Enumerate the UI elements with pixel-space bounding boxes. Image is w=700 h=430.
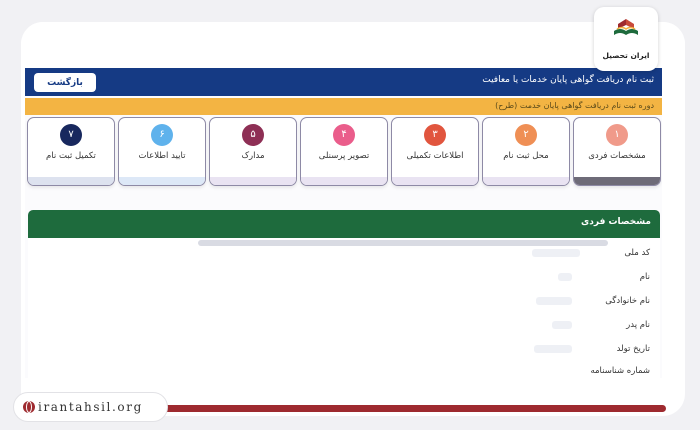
step-number: ۵: [242, 124, 264, 146]
step-number: ۱: [606, 124, 628, 146]
panel-header: مشخصات فردی: [28, 210, 660, 238]
field-label-last-name: نام خانوادگی: [605, 296, 650, 306]
step-label: تصویر پرسنلی: [318, 151, 370, 161]
step-label: مدارک: [241, 151, 265, 161]
logo-name: ایران تحصیل: [602, 51, 650, 60]
back-button[interactable]: بازگشت: [34, 73, 96, 92]
personal-info-panel: مشخصات فردی کد ملی نام نام خانوادگی نام …: [28, 210, 660, 378]
brand-logo: ایران تحصیل: [594, 7, 658, 71]
blurred-content: [198, 240, 608, 246]
step-number: ۲: [515, 124, 537, 146]
site-url: irantahsil.org: [38, 400, 143, 414]
brand-stripe: [146, 405, 666, 412]
step-indicator: [301, 177, 387, 185]
field-label-first-name: نام: [639, 272, 650, 282]
step-number: ۶: [151, 124, 173, 146]
page-title: ثبت نام دریافت گواهی پایان خدمات یا معاف…: [482, 75, 654, 85]
field-value-birth-date: [534, 345, 572, 353]
site-url-badge: irantahsil.org: [13, 392, 168, 422]
step-documents[interactable]: ۵ مدارک: [209, 117, 297, 186]
frame-top-area: [21, 22, 685, 70]
step-indicator: [119, 177, 205, 185]
notice-bar: دوره ثبت نام دریافت گواهی پایان خدمت (طر…: [25, 98, 662, 115]
page-header: ثبت نام دریافت گواهی پایان خدمات یا معاف…: [25, 68, 662, 96]
step-registration-place[interactable]: ۲ محل ثبت نام: [482, 117, 570, 186]
steps-wizard: ۱ مشخصات فردی ۲ محل ثبت نام ۳ اطلاعات تک…: [25, 116, 662, 188]
step-number: ۷: [60, 124, 82, 146]
field-value-first-name: [558, 273, 572, 281]
app-screen: ثبت نام دریافت گواهی پایان خدمات یا معاف…: [25, 68, 662, 378]
step-additional-info[interactable]: ۳ اطلاعات تکمیلی: [391, 117, 479, 186]
field-label-birth-date: تاریخ تولد: [616, 344, 650, 354]
step-label: اطلاعات تکمیلی: [406, 151, 464, 161]
step-indicator: [28, 177, 114, 185]
field-label-father-name: نام پدر: [626, 320, 650, 330]
step-label: تایید اطلاعات: [138, 151, 186, 161]
step-personal-photo[interactable]: ۴ تصویر پرسنلی: [300, 117, 388, 186]
book-logo-icon: [614, 19, 638, 35]
step-number: ۴: [333, 124, 355, 146]
step-indicator: [210, 177, 296, 185]
field-label-id-number: شماره شناسنامه: [590, 366, 650, 376]
step-indicator: [392, 177, 478, 185]
field-value-father-name: [552, 321, 572, 329]
step-label: مشخصات فردی: [588, 151, 646, 161]
panel-title: مشخصات فردی: [580, 217, 651, 227]
field-value-last-name: [536, 297, 572, 305]
globe-icon: [23, 401, 35, 413]
field-value-national-code: [532, 249, 580, 257]
step-indicator: [574, 177, 660, 185]
step-label: تکمیل ثبت نام: [46, 151, 96, 161]
step-number: ۳: [424, 124, 446, 146]
field-label-national-code: کد ملی: [624, 248, 650, 258]
step-confirm-info[interactable]: ۶ تایید اطلاعات: [118, 117, 206, 186]
notice-text: دوره ثبت نام دریافت گواهی پایان خدمت (طر…: [495, 101, 654, 110]
step-complete-registration[interactable]: ۷ تکمیل ثبت نام: [27, 117, 115, 186]
step-personal-info[interactable]: ۱ مشخصات فردی: [573, 117, 661, 186]
step-indicator: [483, 177, 569, 185]
step-label: محل ثبت نام: [503, 151, 549, 161]
